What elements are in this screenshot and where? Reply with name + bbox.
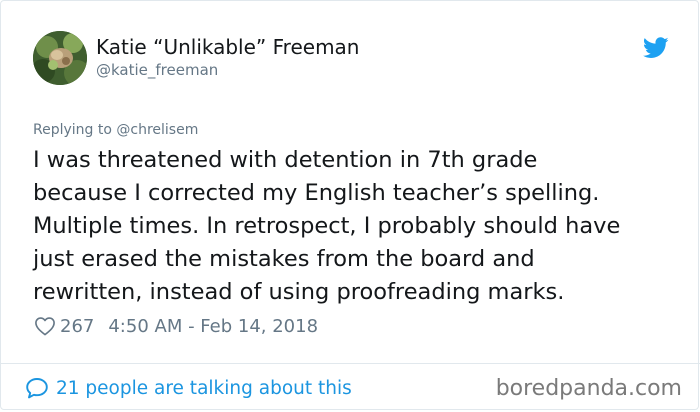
tweet-text: I was threatened with detention in 7th g… xyxy=(33,144,683,309)
display-name[interactable]: Katie “Unlikable” Freeman xyxy=(96,34,360,60)
user-handle[interactable]: @katie_freeman xyxy=(96,60,218,80)
like-count[interactable]: 267 xyxy=(60,316,94,337)
twitter-bird-icon[interactable] xyxy=(643,37,669,59)
speech-bubble-icon xyxy=(26,378,48,399)
boredpanda-watermark: boredpanda.com xyxy=(495,376,682,401)
tweet-meta: 267 4:50 AM - Feb 14, 2018 xyxy=(34,313,318,339)
avatar[interactable] xyxy=(33,31,87,85)
replying-to-label: Replying to xyxy=(33,122,112,138)
tweet-text-line: because I corrected my English teacher’s… xyxy=(33,180,600,206)
conversation-count-label[interactable]: 21 people are talking about this xyxy=(56,378,352,399)
tweet-header: Katie “Unlikable” Freeman @katie_freeman xyxy=(33,31,673,87)
replying-to: Replying to @chrelisem xyxy=(33,120,198,140)
footer-divider xyxy=(1,363,700,364)
tweet-text-line: Multiple times. In retrospect, I probabl… xyxy=(33,213,621,239)
tweet-timestamp[interactable]: 4:50 AM - Feb 14, 2018 xyxy=(108,316,318,337)
tweet-text-line: rewritten, instead of using proofreading… xyxy=(33,279,565,305)
heart-outline-icon[interactable] xyxy=(34,316,56,336)
reply-mention-link[interactable]: @chrelisem xyxy=(116,122,198,138)
conversation-link[interactable]: 21 people are talking about this xyxy=(25,375,352,401)
tweet-card: Katie “Unlikable” Freeman @katie_freeman… xyxy=(0,0,700,410)
tweet-text-line: I was threatened with detention in 7th g… xyxy=(33,147,538,173)
tweet-text-line: just erased the mistakes from the board … xyxy=(33,246,535,272)
